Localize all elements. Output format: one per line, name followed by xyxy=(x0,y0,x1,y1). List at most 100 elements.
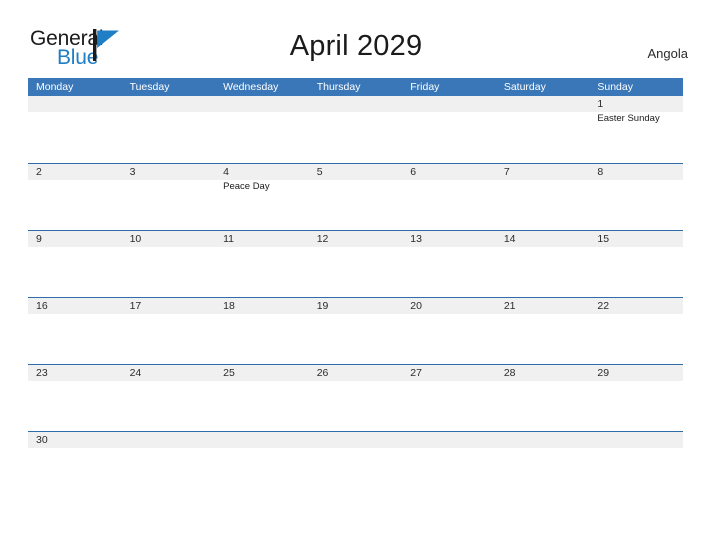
week-day-cells: 9 10 11 12 13 14 15 xyxy=(28,231,683,297)
day-cell[interactable]: 14 xyxy=(496,231,590,297)
day-cell[interactable]: 9 xyxy=(28,231,122,297)
day-number: 5 xyxy=(316,166,323,178)
day-cell[interactable]: 21 xyxy=(496,298,590,364)
holiday-event-label: Easter Sunday xyxy=(597,113,660,124)
day-cell[interactable]: 25 xyxy=(215,365,309,431)
calendar-week-row: 1 Easter Sunday xyxy=(28,96,683,163)
day-number: 8 xyxy=(597,166,604,178)
day-cell-empty xyxy=(215,432,309,498)
day-number: 30 xyxy=(36,434,48,446)
day-cell[interactable]: 15 xyxy=(589,231,683,297)
day-number xyxy=(597,432,683,448)
day-cell[interactable]: 1 Easter Sunday xyxy=(589,96,683,163)
calendar-page: General Blue April 2029 Angola Monday Tu… xyxy=(0,0,712,550)
day-number: 27 xyxy=(410,367,422,379)
calendar-week-row: 16 17 18 19 20 21 22 xyxy=(28,297,683,364)
day-number: 12 xyxy=(316,233,329,245)
day-number xyxy=(130,432,216,448)
day-number: 16 xyxy=(36,300,48,312)
day-number xyxy=(410,96,496,112)
day-number: 19 xyxy=(316,300,329,312)
day-cell-empty xyxy=(309,432,403,498)
calendar-week-row: 9 10 11 12 13 14 15 xyxy=(28,230,683,297)
day-number: 21 xyxy=(503,300,516,312)
day-number: 15 xyxy=(597,233,610,245)
weekday-header-monday: Monday xyxy=(36,81,74,93)
day-number: 23 xyxy=(36,367,48,379)
day-cell[interactable]: 24 xyxy=(122,365,216,431)
day-number: 24 xyxy=(129,367,142,379)
day-cell-empty xyxy=(122,432,216,498)
day-number: 4 xyxy=(223,166,229,178)
day-cell-empty xyxy=(122,96,216,163)
day-cell-empty xyxy=(496,432,590,498)
weekday-header-row: Monday Tuesday Wednesday Thursday Friday… xyxy=(28,78,683,96)
calendar-week-row: 30 xyxy=(28,431,683,498)
page-title: April 2029 xyxy=(289,30,423,62)
country-label: Angola xyxy=(647,46,688,61)
day-cell[interactable]: 5 xyxy=(309,164,403,230)
day-cell[interactable]: 17 xyxy=(122,298,216,364)
day-number: 10 xyxy=(129,233,142,245)
day-number: 22 xyxy=(597,300,610,312)
day-number xyxy=(317,432,403,448)
day-cell[interactable]: 18 xyxy=(215,298,309,364)
weekday-header-tuesday: Tuesday xyxy=(129,81,170,93)
day-cell-empty xyxy=(402,96,496,163)
day-number: 18 xyxy=(223,300,235,312)
day-number: 13 xyxy=(410,233,422,245)
day-cell[interactable]: 12 xyxy=(309,231,403,297)
weekday-header-friday: Friday xyxy=(410,81,440,93)
weekday-header-saturday: Saturday xyxy=(503,81,546,93)
day-cell[interactable]: 3 xyxy=(122,164,216,230)
day-number: 11 xyxy=(223,233,235,245)
day-number: 7 xyxy=(503,166,510,178)
day-cell[interactable]: 29 xyxy=(589,365,683,431)
day-events: Easter Sunday xyxy=(597,112,683,125)
day-number xyxy=(223,432,309,448)
day-cell-empty xyxy=(402,432,496,498)
day-cell[interactable]: 7 xyxy=(496,164,590,230)
week-day-cells: 1 Easter Sunday xyxy=(28,96,683,163)
day-number: 28 xyxy=(503,367,516,379)
day-cell[interactable]: 2 xyxy=(28,164,122,230)
day-number: 29 xyxy=(597,367,610,379)
day-cell[interactable]: 6 xyxy=(402,164,496,230)
day-number: 9 xyxy=(36,233,42,245)
day-number: 25 xyxy=(223,367,235,379)
day-number xyxy=(223,96,309,112)
day-cell[interactable]: 22 xyxy=(589,298,683,364)
day-number: 6 xyxy=(410,166,417,178)
day-cell[interactable]: 19 xyxy=(309,298,403,364)
day-cell[interactable]: 10 xyxy=(122,231,216,297)
day-cell[interactable]: 13 xyxy=(402,231,496,297)
weekday-header-sunday: Sunday xyxy=(597,81,633,93)
day-cell[interactable]: 11 xyxy=(215,231,309,297)
day-cell-empty xyxy=(589,432,683,498)
day-cell[interactable]: 28 xyxy=(496,365,590,431)
day-cell[interactable]: 23 xyxy=(28,365,122,431)
day-cell[interactable]: 26 xyxy=(309,365,403,431)
day-number xyxy=(130,96,216,112)
day-number xyxy=(504,432,590,448)
calendar-week-row: 2 3 4 Peace Day 5 6 7 8 xyxy=(28,163,683,230)
week-day-cells: 2 3 4 Peace Day 5 6 7 8 xyxy=(28,164,683,230)
week-day-cells: 16 17 18 19 20 21 22 xyxy=(28,298,683,364)
day-number xyxy=(410,432,496,448)
day-cell-empty xyxy=(496,96,590,163)
day-cell[interactable]: 4 Peace Day xyxy=(215,164,309,230)
day-cell[interactable]: 30 xyxy=(28,432,122,498)
day-cell[interactable]: 16 xyxy=(28,298,122,364)
day-cell-empty xyxy=(215,96,309,163)
day-number: 1 xyxy=(597,98,604,110)
day-number xyxy=(504,96,590,112)
week-day-cells: 30 xyxy=(28,432,683,498)
page-header: General Blue April 2029 Angola xyxy=(0,0,712,78)
day-cell[interactable]: 8 xyxy=(589,164,683,230)
day-cell[interactable]: 27 xyxy=(402,365,496,431)
week-day-cells: 23 24 25 26 27 28 29 xyxy=(28,365,683,431)
calendar-week-row: 23 24 25 26 27 28 29 xyxy=(28,364,683,431)
weekday-header-wednesday: Wednesday xyxy=(223,81,279,93)
day-number: 3 xyxy=(129,166,136,178)
day-cell[interactable]: 20 xyxy=(402,298,496,364)
